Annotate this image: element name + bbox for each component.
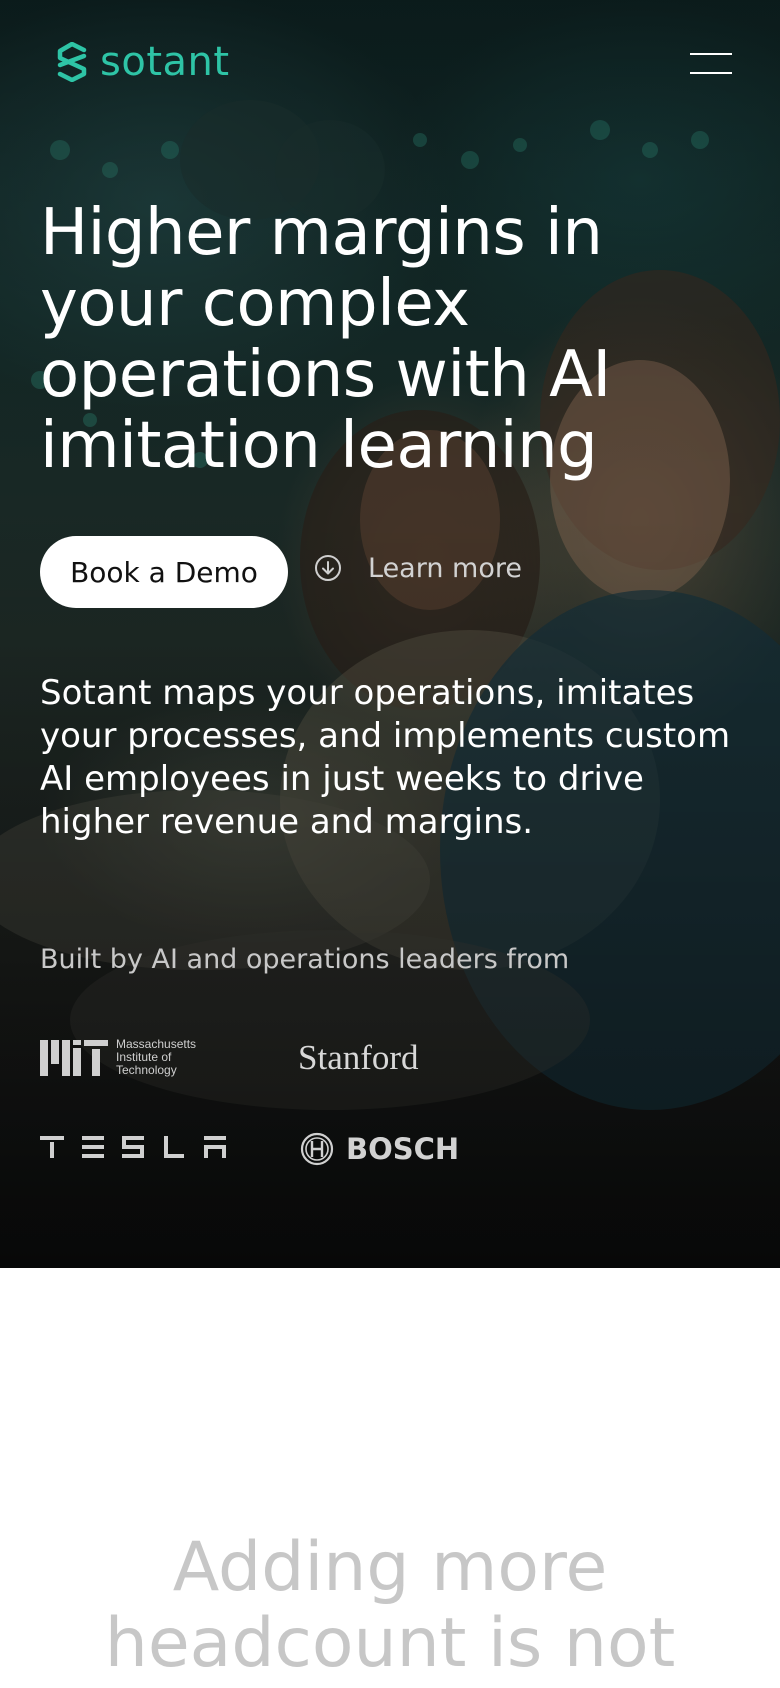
hero-description: Sotant maps your operations, imitates yo… xyxy=(40,673,731,842)
learn-more-label: Learn more xyxy=(368,552,522,584)
mit-wordmark-icon xyxy=(40,1039,108,1076)
tesla-wordmark-icon xyxy=(40,1136,226,1158)
brand-logo[interactable]: sotant xyxy=(54,40,230,84)
bosch-name: BOSCH xyxy=(346,1132,460,1166)
bosch-logo: BOSCH xyxy=(300,1132,459,1166)
bosch-armature-icon xyxy=(300,1132,334,1166)
arrow-down-circle-icon xyxy=(315,555,341,581)
book-demo-button[interactable]: Book a Demo xyxy=(40,536,288,608)
tesla-logo xyxy=(40,1136,226,1163)
hamburger-menu-icon[interactable] xyxy=(690,50,732,76)
stanford-logo: Stanford xyxy=(298,1038,419,1077)
mit-logo: Massachusetts Institute of Technology xyxy=(40,1038,216,1077)
brand-name: sotant xyxy=(100,39,230,85)
section-heading: Adding more headcount is not xyxy=(104,1528,676,1683)
sotant-logo-icon xyxy=(57,42,87,82)
hero-headline: Higher margins in your complex operation… xyxy=(40,196,611,483)
hero-section: sotant Higher margins in your complex op… xyxy=(0,0,780,1268)
mit-name: Massachusetts Institute of Technology xyxy=(116,1037,197,1077)
learn-more-link[interactable]: Learn more xyxy=(314,548,522,588)
built-by-label: Built by AI and operations leaders from xyxy=(40,944,570,975)
